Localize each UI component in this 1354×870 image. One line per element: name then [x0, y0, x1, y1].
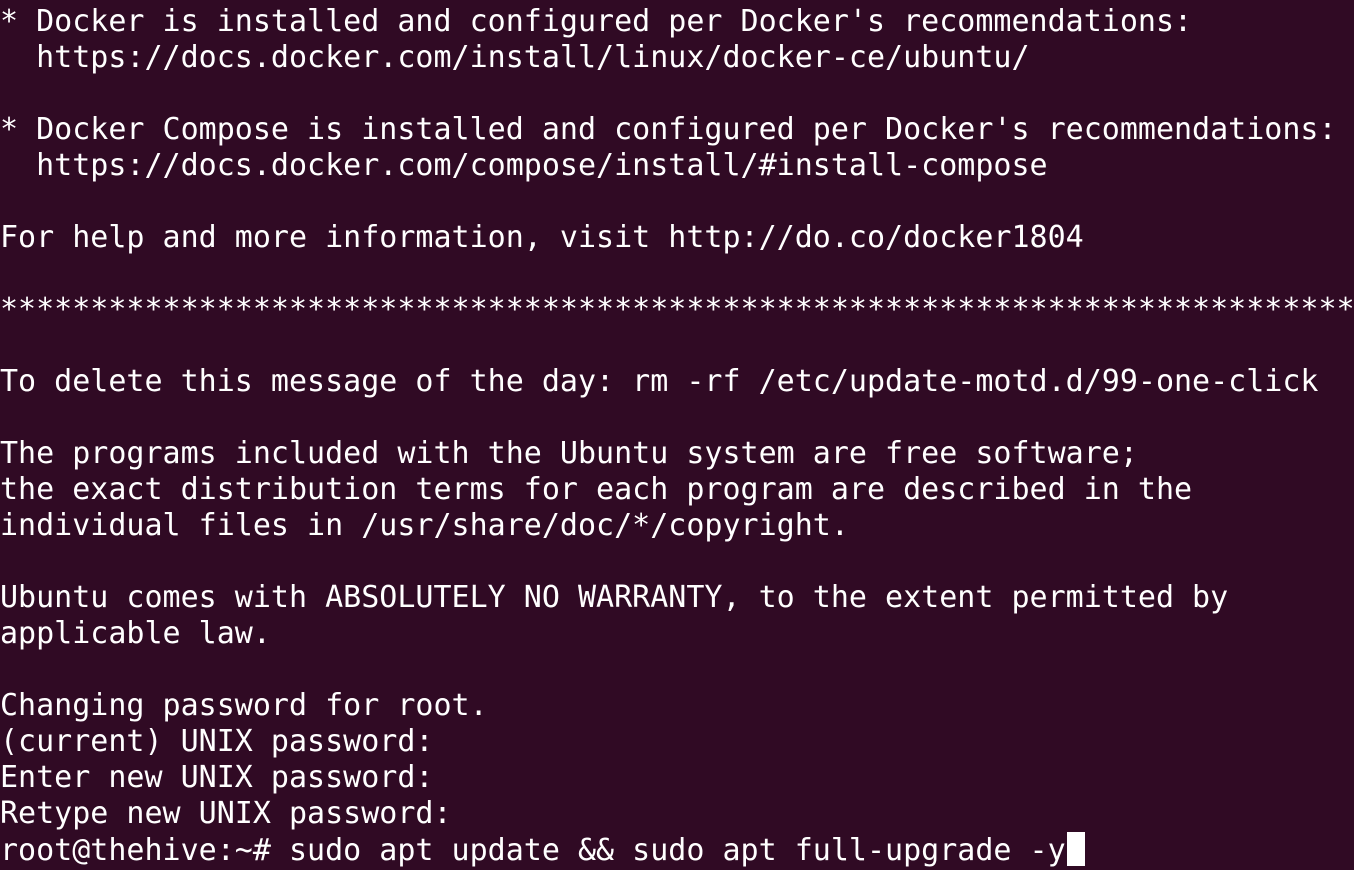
output-line: To delete this message of the day: rm -r… — [0, 364, 1319, 399]
terminal-window[interactable]: * Docker is installed and configured per… — [0, 0, 1354, 870]
separator-line: ****************************************… — [0, 292, 1354, 327]
output-line: the exact distribution terms for each pr… — [0, 472, 1193, 507]
terminal-output: * Docker is installed and configured per… — [0, 4, 1354, 868]
output-line: For help and more information, visit htt… — [0, 220, 1084, 255]
shell-prompt: root@thehive:~# — [0, 833, 289, 868]
output-line: * Docker is installed and configured per… — [0, 4, 1193, 39]
output-line: * Docker Compose is installed and config… — [0, 112, 1337, 147]
output-line: https://docs.docker.com/install/linux/do… — [0, 40, 1030, 75]
output-line: Ubuntu comes with ABSOLUTELY NO WARRANTY… — [0, 580, 1229, 615]
command-input[interactable]: sudo apt update && sudo apt full-upgrade… — [289, 833, 1066, 868]
output-line: https://docs.docker.com/compose/install/… — [0, 148, 1048, 183]
output-line: individual files in /usr/share/doc/*/cop… — [0, 508, 849, 543]
output-line: Retype new UNIX password: — [0, 796, 452, 831]
command-line[interactable]: root@thehive:~# sudo apt update && sudo … — [0, 832, 1354, 868]
output-line: Enter new UNIX password: — [0, 760, 434, 795]
output-line: (current) UNIX password: — [0, 724, 434, 759]
text-cursor — [1066, 832, 1085, 866]
output-line: The programs included with the Ubuntu sy… — [0, 436, 1138, 471]
output-line: applicable law. — [0, 616, 271, 651]
output-line: Changing password for root. — [0, 688, 488, 723]
